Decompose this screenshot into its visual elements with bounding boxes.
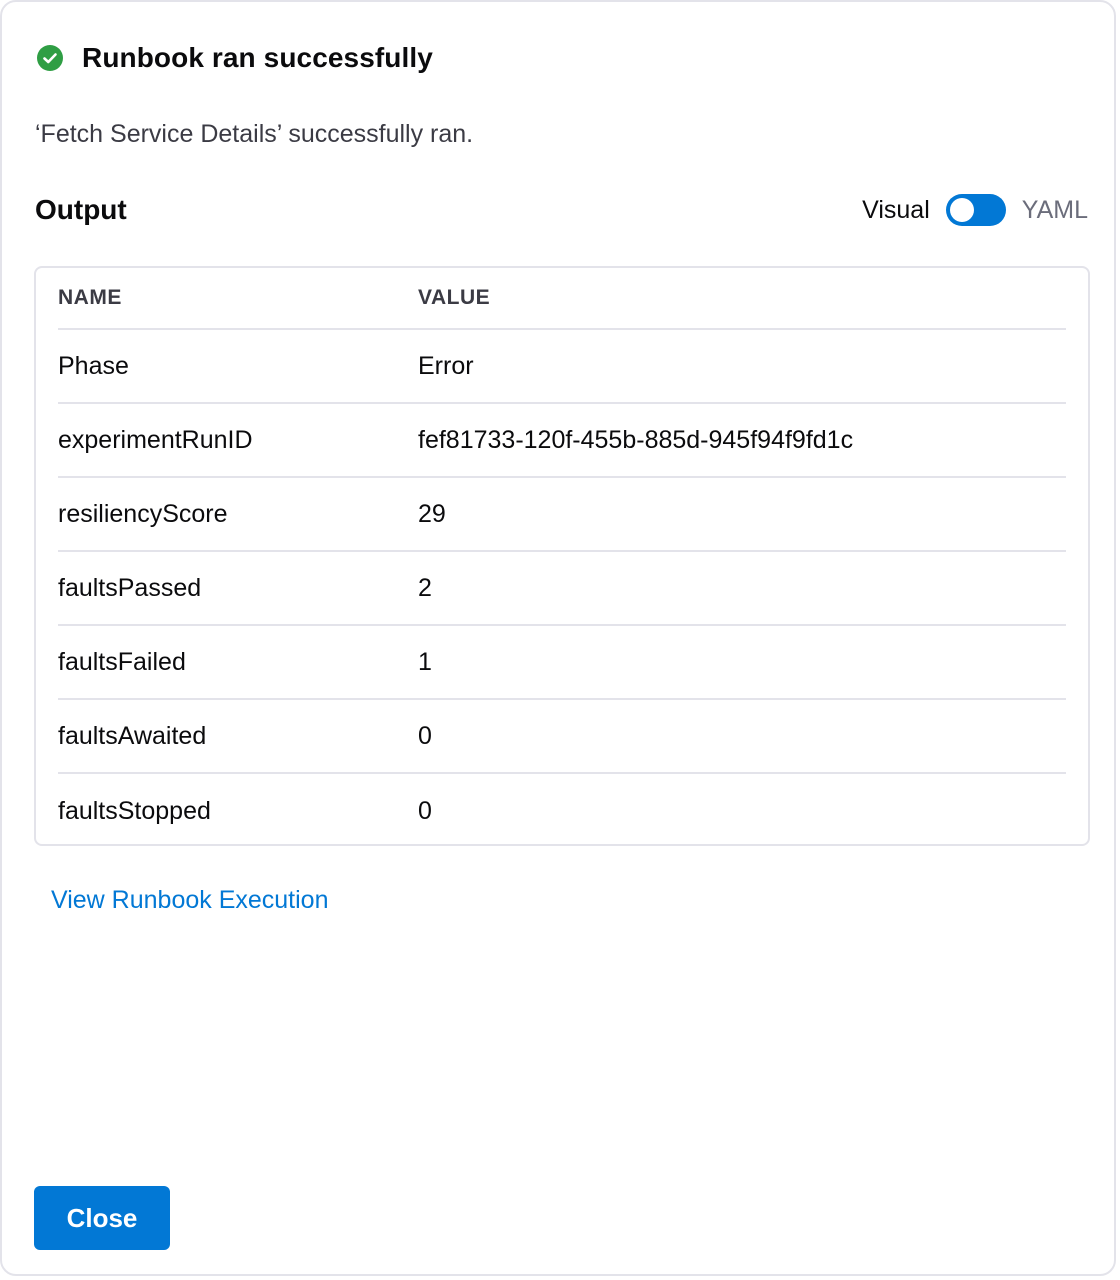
dialog-header: Runbook ran successfully bbox=[36, 42, 433, 74]
output-title: Output bbox=[35, 194, 127, 225]
row-value: 29 bbox=[418, 499, 446, 528]
row-value: 0 bbox=[418, 721, 432, 750]
row-value: 2 bbox=[418, 573, 432, 602]
row-value: 1 bbox=[418, 647, 432, 676]
view-mode-toggle[interactable] bbox=[945, 194, 1006, 226]
dialog-title: Runbook ran successfully bbox=[82, 42, 433, 73]
dialog-subtitle: ‘Fetch Service Details’ successfully ran… bbox=[35, 120, 474, 148]
view-mode-toggle-group: Visual YAML bbox=[862, 194, 1088, 226]
row-name: Phase bbox=[58, 351, 129, 380]
close-button[interactable]: Close bbox=[34, 1186, 170, 1250]
toggle-knob bbox=[949, 198, 974, 222]
row-name: experimentRunID bbox=[58, 425, 253, 454]
output-table: NAME VALUE Phase Error experimentRunID f… bbox=[58, 268, 1066, 848]
table-row: resiliencyScore 29 bbox=[58, 478, 1066, 552]
table-row: faultsAwaited 0 bbox=[58, 700, 1066, 774]
row-name: faultsPassed bbox=[58, 573, 202, 602]
table-row: faultsStopped 0 bbox=[58, 774, 1066, 848]
column-header-name: NAME bbox=[58, 286, 122, 309]
row-value: 0 bbox=[418, 796, 432, 825]
table-row: faultsPassed 2 bbox=[58, 552, 1066, 626]
view-runbook-execution-link[interactable]: View Runbook Execution bbox=[51, 886, 329, 915]
check-circle-icon bbox=[37, 45, 63, 71]
output-table-card: NAME VALUE Phase Error experimentRunID f… bbox=[34, 266, 1090, 846]
table-row: Phase Error bbox=[58, 330, 1066, 404]
output-header: Output Visual YAML bbox=[35, 192, 1088, 228]
row-name: resiliencyScore bbox=[58, 499, 228, 528]
runbook-result-dialog: Runbook ran successfully ‘Fetch Service … bbox=[0, 0, 1116, 1276]
row-name: faultsAwaited bbox=[58, 721, 207, 750]
toggle-label-yaml[interactable]: YAML bbox=[1022, 196, 1088, 225]
row-name: faultsFailed bbox=[58, 647, 186, 676]
table-row: faultsFailed 1 bbox=[58, 626, 1066, 700]
row-value: fef81733-120f-455b-885d-945f94f9fd1c bbox=[418, 425, 854, 454]
column-header-value: VALUE bbox=[418, 286, 491, 309]
row-value: Error bbox=[418, 351, 474, 380]
toggle-label-visual[interactable]: Visual bbox=[862, 196, 930, 225]
table-row: experimentRunID fef81733-120f-455b-885d-… bbox=[58, 404, 1066, 478]
row-name: faultsStopped bbox=[58, 796, 211, 825]
table-header-row: NAME VALUE bbox=[58, 268, 1066, 330]
